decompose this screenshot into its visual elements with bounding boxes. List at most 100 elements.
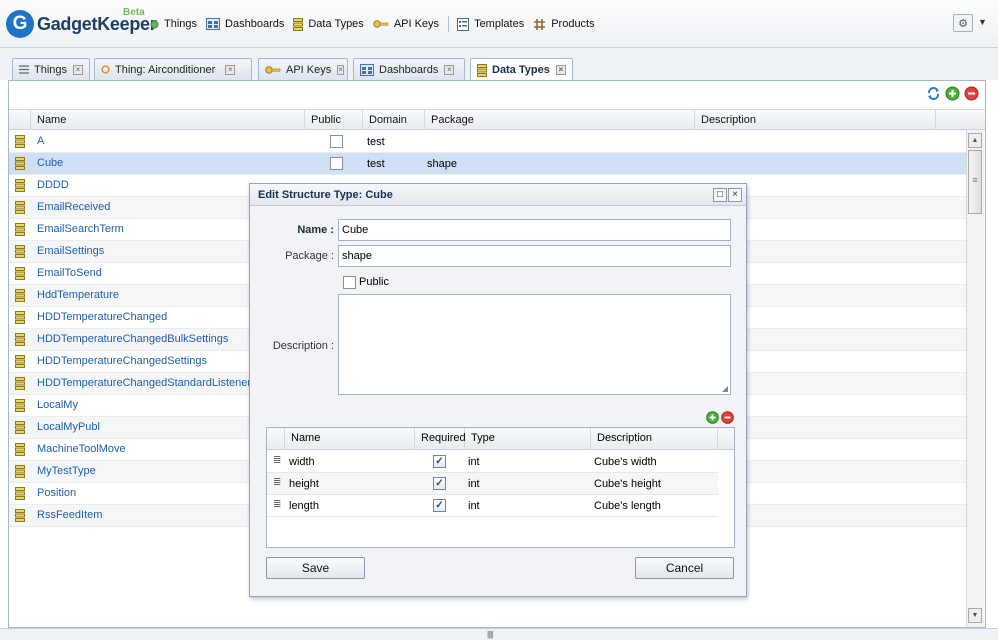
row-name[interactable]: HDDTemperatureChangedBulkSettings <box>37 333 228 345</box>
data-type-icon <box>15 443 25 459</box>
fields-column-required[interactable]: Required <box>415 428 466 449</box>
row-name[interactable]: EmailSettings <box>37 245 104 257</box>
key-icon <box>373 19 389 29</box>
row-name[interactable]: MyTestType <box>37 465 96 477</box>
row-name[interactable]: LocalMy <box>37 399 78 411</box>
field-type: int <box>468 478 480 490</box>
row-name[interactable]: HDDTemperatureChanged <box>37 311 167 323</box>
main-nav: Things Dashboards Data Types API Keys Te… <box>150 16 604 32</box>
resize-handle-icon[interactable]: ◢ <box>722 384 728 393</box>
add-icon[interactable] <box>945 86 960 101</box>
tab-strip: Things × Thing: Airconditioner × API Key… <box>0 48 998 81</box>
column-header-package[interactable]: Package <box>425 110 695 130</box>
column-header-description[interactable]: Description <box>695 110 936 130</box>
fields-column-name[interactable]: Name <box>285 428 415 449</box>
table-row[interactable]: Atest <box>9 131 967 153</box>
add-field-icon[interactable] <box>706 411 719 424</box>
data-type-icon <box>15 179 25 195</box>
row-name[interactable]: RssFeedItem <box>37 509 102 521</box>
row-name[interactable]: EmailSearchTerm <box>37 223 124 235</box>
field-description: Cube's length <box>594 500 661 512</box>
field-row[interactable]: ≣ width ✓ int Cube's width <box>267 451 718 473</box>
nav-templates[interactable]: Templates <box>457 17 524 31</box>
remove-field-icon[interactable] <box>721 411 734 424</box>
field-row[interactable]: ≣ length ✓ int Cube's length <box>267 495 718 517</box>
column-header-name[interactable]: Name <box>31 110 305 130</box>
cancel-button[interactable]: Cancel <box>635 557 734 579</box>
field-required-checkbox[interactable]: ✓ <box>433 477 446 490</box>
table-row[interactable]: Cube test shape <box>9 153 967 175</box>
column-header-domain[interactable]: Domain <box>363 110 425 130</box>
row-name[interactable]: HDDTemperatureChangedStandardListenerS <box>37 377 258 389</box>
scroll-down-icon[interactable]: ▼ <box>968 608 982 623</box>
nav-api-keys[interactable]: API Keys <box>373 18 439 30</box>
remove-icon[interactable] <box>964 86 979 101</box>
row-package: shape <box>427 158 457 170</box>
package-field[interactable] <box>338 245 731 267</box>
data-type-icon <box>15 267 25 283</box>
tab-things[interactable]: Things × <box>12 58 90 80</box>
data-type-icon <box>15 487 25 503</box>
close-icon[interactable]: × <box>337 64 344 75</box>
close-icon[interactable]: × <box>225 64 236 75</box>
refresh-icon[interactable] <box>926 86 941 101</box>
vertical-scrollbar[interactable]: ▲ ≡ ▼ <box>966 130 984 627</box>
chevron-down-icon[interactable]: ▼ <box>978 17 987 27</box>
fields-column-type[interactable]: Type <box>465 428 591 449</box>
close-icon[interactable]: × <box>444 64 455 75</box>
row-name[interactable]: DDDD <box>37 179 69 191</box>
settings-button[interactable]: ⚙ <box>953 14 973 32</box>
row-public-checkbox[interactable] <box>330 135 343 148</box>
row-name[interactable]: LocalMyPubl <box>37 421 100 433</box>
row-name[interactable]: EmailToSend <box>37 267 102 279</box>
tab-dashboards[interactable]: Dashboards × <box>353 58 465 80</box>
data-type-icon <box>15 311 25 327</box>
field-row[interactable]: ≣ height ✓ int Cube's height <box>267 473 718 495</box>
top-bar: G GadgetKeeper Beta Things Dashboards Da… <box>0 0 998 48</box>
public-checkbox[interactable] <box>343 276 356 289</box>
data-type-icon <box>477 63 487 77</box>
data-type-icon <box>15 465 25 481</box>
row-name[interactable]: EmailReceived <box>37 201 110 213</box>
tab-api-keys[interactable]: API Keys × <box>258 58 348 80</box>
nav-things-label: Things <box>164 18 198 30</box>
close-icon[interactable]: × <box>728 188 742 202</box>
nav-products[interactable]: Products <box>533 18 595 31</box>
fields-header-spacer <box>267 428 285 449</box>
tab-data-types[interactable]: Data Types × <box>470 58 573 81</box>
description-textarea[interactable]: ◢ <box>338 294 731 395</box>
dialog-title[interactable]: Edit Structure Type: Cube <box>250 184 746 206</box>
scroll-thumb[interactable]: ≡ <box>968 150 982 214</box>
close-icon[interactable]: × <box>555 65 566 75</box>
row-name[interactable]: Position <box>37 487 76 499</box>
maximize-icon[interactable]: □ <box>713 188 727 202</box>
row-name[interactable]: HDDTemperatureChangedSettings <box>37 355 207 367</box>
nav-dashboards[interactable]: Dashboards <box>206 18 284 30</box>
name-field[interactable] <box>338 219 731 241</box>
nav-data-types[interactable]: Data Types <box>293 17 364 31</box>
fields-grid-header: Name Required Type Description <box>267 428 734 450</box>
row-name[interactable]: MachineToolMove <box>37 443 126 455</box>
save-button[interactable]: Save <box>266 557 365 579</box>
dialog-window-buttons: □ × <box>712 188 742 202</box>
gear-icon: ⚙ <box>958 17 968 30</box>
close-icon[interactable]: × <box>73 64 83 75</box>
scroll-up-icon[interactable]: ▲ <box>968 133 982 148</box>
tab-data-types-label: Data Types <box>492 64 550 76</box>
field-required-checkbox[interactable]: ✓ <box>433 455 446 468</box>
logo[interactable]: G GadgetKeeper Beta <box>6 7 157 40</box>
template-icon <box>457 17 470 31</box>
row-name[interactable]: A <box>37 135 44 147</box>
row-name[interactable]: HddTemperature <box>37 289 119 301</box>
thing-icon <box>101 65 110 74</box>
tab-thing-airconditioner[interactable]: Thing: Airconditioner × <box>94 58 252 80</box>
fields-column-description[interactable]: Description <box>591 428 718 449</box>
row-public-checkbox[interactable] <box>330 157 343 170</box>
resize-grip[interactable]: ||||| <box>0 628 998 640</box>
nav-things[interactable]: Things <box>150 18 197 30</box>
column-header-public[interactable]: Public <box>305 110 363 130</box>
tab-thing-label: Thing: Airconditioner <box>115 63 216 76</box>
field-required-checkbox[interactable]: ✓ <box>433 499 446 512</box>
logo-mark-icon: G <box>6 10 34 38</box>
row-name[interactable]: Cube <box>37 157 63 169</box>
